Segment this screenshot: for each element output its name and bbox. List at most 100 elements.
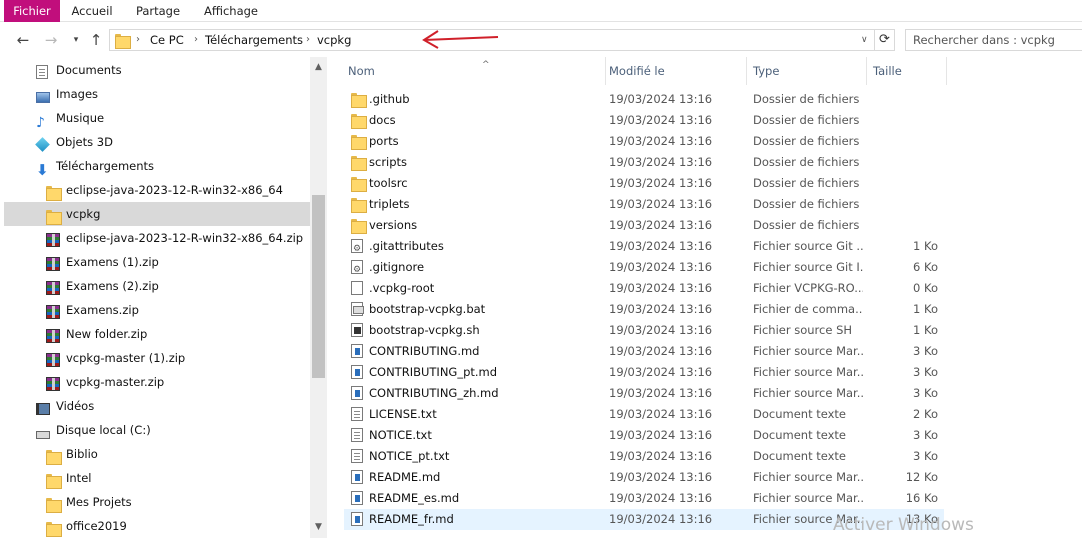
table-row[interactable]: .github 19/03/2024 13:16 Dossier de fichie…: [344, 89, 944, 110]
nav-item[interactable]: vcpkg-master (1).zip: [4, 346, 310, 370]
scroll-up-icon[interactable]: ▲: [310, 59, 327, 76]
nav-item[interactable]: Images: [4, 82, 310, 106]
nav-item[interactable]: vcpkg: [4, 202, 310, 226]
videos-icon: [36, 399, 50, 415]
zip-icon: [46, 231, 60, 247]
folder-icon: [115, 33, 131, 49]
tab-home[interactable]: Accueil: [62, 0, 122, 22]
zip-icon: [46, 327, 60, 343]
file-date: 19/03/2024 13:16: [609, 281, 713, 295]
column-header-size[interactable]: Taille: [867, 57, 947, 85]
markdown-file-icon: [351, 512, 363, 533]
nav-item[interactable]: office2019: [4, 514, 310, 538]
refresh-icon[interactable]: ⟳: [875, 29, 895, 51]
scroll-thumb[interactable]: [312, 195, 325, 378]
nav-item[interactable]: Intel: [4, 466, 310, 490]
table-row[interactable]: docs 19/03/2024 13:16 Dossier de fichiers: [344, 110, 944, 131]
table-row[interactable]: NOTICE.txt 19/03/2024 13:16 Document texte…: [344, 425, 944, 446]
nav-item[interactable]: Mes Projets: [4, 490, 310, 514]
address-dropdown-chevron-icon[interactable]: ∨: [861, 30, 868, 50]
column-header-modified[interactable]: Modifié le: [603, 57, 747, 85]
table-row[interactable]: README.md 19/03/2024 13:16 Fichier source …: [344, 467, 944, 488]
table-row[interactable]: toolsrc 19/03/2024 13:16 Dossier de fichie…: [344, 173, 944, 194]
nav-scrollbar[interactable]: ▲ ▼: [310, 57, 327, 538]
table-row[interactable]: .vcpkg-root 19/03/2024 13:16 Fichier VCPKG…: [344, 278, 944, 299]
column-header-type-label: Type: [753, 64, 780, 78]
table-row[interactable]: .gitignore 19/03/2024 13:16 Fichier source…: [344, 257, 944, 281]
scroll-down-icon[interactable]: ▼: [310, 519, 327, 536]
file-size: 0 Ko: [913, 281, 938, 295]
table-row[interactable]: CONTRIBUTING.md 19/03/2024 13:16 Fichier s…: [344, 341, 944, 362]
nav-item[interactable]: Objets 3D: [4, 130, 310, 154]
tab-share[interactable]: Partage: [128, 0, 188, 22]
nav-item-label: vcpkg-master.zip: [66, 375, 165, 389]
breadcrumb-chevron-icon[interactable]: ›: [136, 30, 140, 50]
navigation-pane: ▲ ▼ Documents Images ♪ Musique Objets 3D ⬇ Tél…: [0, 57, 327, 538]
file-name: README.md: [369, 470, 441, 484]
file-type: Dossier de fichiers: [753, 155, 860, 169]
file-size: 3 Ko: [913, 386, 938, 400]
file-name: CONTRIBUTING_zh.md: [369, 386, 499, 400]
recent-locations-chevron-icon[interactable]: ▾: [66, 29, 86, 51]
red-annotation-arrow-icon: [422, 30, 499, 49]
table-row[interactable]: CONTRIBUTING_zh.md 19/03/2024 13:16 Fichie…: [344, 383, 944, 404]
nav-item[interactable]: ⬇ Téléchargements: [4, 154, 310, 178]
search-input[interactable]: Rechercher dans : vcpkg: [905, 29, 1082, 51]
breadcrumb-downloads[interactable]: Téléchargements: [205, 30, 303, 50]
nav-item[interactable]: eclipse-java-2023-12-R-win32-x86_64: [4, 178, 310, 202]
tab-file[interactable]: Fichier: [4, 0, 60, 22]
back-arrow-icon[interactable]: ←: [13, 29, 33, 51]
nav-item-label: vcpkg: [66, 207, 101, 221]
documents-icon: [36, 63, 50, 79]
tab-view[interactable]: Affichage: [196, 0, 266, 22]
nav-item[interactable]: Biblio: [4, 442, 310, 466]
breadcrumb-this-pc[interactable]: Ce PC: [150, 30, 184, 50]
forward-arrow-icon[interactable]: →: [41, 29, 61, 51]
table-row[interactable]: versions 19/03/2024 13:16 Dossier de fichi…: [344, 215, 944, 236]
nav-item[interactable]: ♪ Musique: [4, 106, 310, 130]
table-row[interactable]: triplets 19/03/2024 13:16 Dossier de fichi…: [344, 194, 944, 215]
file-date: 19/03/2024 13:16: [609, 386, 713, 400]
file-type: Document texte: [753, 428, 847, 442]
file-type: Dossier de fichiers: [753, 218, 860, 232]
nav-item[interactable]: Disque local (C:): [4, 418, 310, 442]
breadcrumb-vcpkg[interactable]: vcpkg: [317, 30, 351, 50]
nav-item[interactable]: Examens (1).zip: [4, 250, 310, 274]
drive-icon: [36, 423, 50, 439]
column-header-name[interactable]: Nom ^: [342, 57, 606, 85]
nav-item-label: Documents: [56, 63, 122, 77]
nav-item[interactable]: Examens (2).zip: [4, 274, 310, 298]
table-row[interactable]: ports 19/03/2024 13:16 Dossier de fichiers: [344, 131, 944, 152]
file-name: CONTRIBUTING_pt.md: [369, 365, 498, 379]
breadcrumb-chevron-icon[interactable]: ›: [194, 30, 198, 50]
nav-item[interactable]: Examens.zip: [4, 298, 310, 322]
nav-item[interactable]: Documents: [4, 58, 310, 82]
table-row[interactable]: README_es.md 19/03/2024 13:16 Fichier sour…: [344, 488, 944, 509]
table-row[interactable]: LICENSE.txt 19/03/2024 13:16 Document text…: [344, 404, 944, 425]
file-size: 12 Ko: [905, 470, 938, 484]
table-row[interactable]: bootstrap-vcpkg.sh 19/03/2024 13:16 Fichie…: [344, 320, 944, 341]
file-size: 6 Ko: [913, 260, 938, 274]
nav-item-label: Objets 3D: [56, 135, 113, 149]
file-name: bootstrap-vcpkg.sh: [369, 323, 480, 337]
file-type: Dossier de fichiers: [753, 92, 860, 106]
file-type: Dossier de fichiers: [753, 176, 860, 190]
file-date: 19/03/2024 13:16: [609, 176, 713, 190]
file-type: Dossier de fichiers: [753, 134, 860, 148]
table-row[interactable]: bootstrap-vcpkg.bat 19/03/2024 13:16 Fichi…: [344, 299, 944, 320]
nav-item[interactable]: eclipse-java-2023-12-R-win32-x86_64.zip: [4, 226, 310, 250]
table-row[interactable]: NOTICE_pt.txt 19/03/2024 13:16 Document te…: [344, 446, 944, 467]
nav-item[interactable]: Vidéos: [4, 394, 310, 418]
file-date: 19/03/2024 13:16: [609, 260, 713, 274]
nav-item[interactable]: New folder.zip: [4, 322, 310, 346]
table-row[interactable]: CONTRIBUTING_pt.md 19/03/2024 13:16 Fichie…: [344, 362, 944, 383]
column-header-type[interactable]: Type: [747, 57, 867, 85]
table-row[interactable]: .gitattributes 19/03/2024 13:16 Fichier so…: [344, 236, 944, 260]
file-name: .vcpkg-root: [369, 281, 435, 295]
up-arrow-icon[interactable]: ↑: [86, 29, 106, 51]
file-name: README_fr.md: [369, 512, 454, 526]
nav-item[interactable]: vcpkg-master.zip: [4, 370, 310, 394]
file-type: Fichier VCPKG-RO...: [753, 281, 863, 295]
breadcrumb-chevron-icon[interactable]: ›: [306, 30, 310, 50]
table-row[interactable]: scripts 19/03/2024 13:16 Dossier de fichie…: [344, 152, 944, 173]
